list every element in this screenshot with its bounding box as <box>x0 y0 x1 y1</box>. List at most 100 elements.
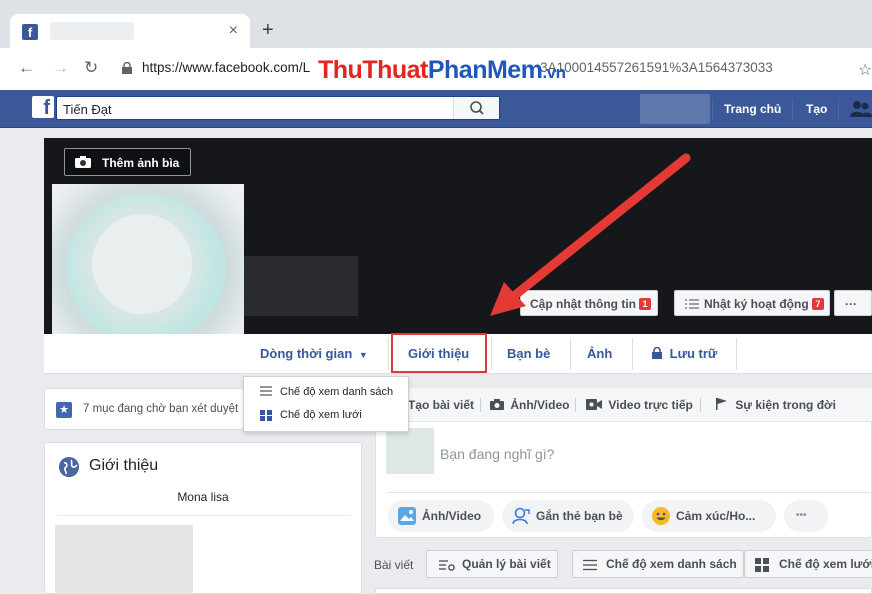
manage-posts-label: Quản lý bài viết <box>462 557 551 571</box>
list-view-label: Chế độ xem danh sách <box>606 557 737 571</box>
tag-friends-label: Gắn thẻ bạn bè <box>536 509 623 523</box>
bookmark-star-icon[interactable]: ☆ <box>858 60 872 80</box>
posts-label: Bài viết <box>374 558 414 572</box>
composer-tab-photo-video[interactable]: Ảnh/Video <box>490 398 569 412</box>
globe-icon <box>59 457 79 477</box>
nav-divider <box>792 98 793 120</box>
dropdown-grid-view[interactable]: Chế độ xem lưới <box>280 409 362 421</box>
pending-review-label: 7 mục đang chờ bạn xét duyệt <box>83 403 239 415</box>
intro-card: Giới thiệu Mona lisa <box>44 442 362 594</box>
tab-archive[interactable]: Lưu trữ <box>652 346 717 361</box>
photo-icon <box>398 507 416 525</box>
tab-title-redacted <box>50 22 134 40</box>
back-arrow-icon[interactable]: ← <box>18 58 35 78</box>
intro-name: Mona lisa <box>177 490 229 504</box>
tab-divider <box>736 338 737 370</box>
divider <box>57 515 351 516</box>
update-info-badge: 1 <box>639 298 651 310</box>
dropdown-list-view[interactable]: Chế độ xem danh sách <box>280 386 393 398</box>
grid-view-button[interactable]: Chế độ xem lưới <box>744 550 872 578</box>
tab-divider <box>491 338 492 370</box>
add-cover-label: Thêm ảnh bìa <box>102 156 180 170</box>
tab-friends[interactable]: Bạn bè <box>507 346 550 361</box>
nav-divider <box>712 98 713 120</box>
manage-posts-icon <box>439 560 455 571</box>
composer-tab-life-event-label: Sự kiện trong đời <box>735 398 836 412</box>
activity-log-button[interactable]: Nhật ký hoạt động 7 <box>674 290 830 316</box>
watermark-part1: ThuThuat <box>318 56 428 84</box>
composer-tab-live-video[interactable]: Video trực tiếp <box>586 398 693 412</box>
watermark-part2: PhanMem <box>427 56 543 84</box>
search-button[interactable] <box>453 97 499 119</box>
photo-video-label: Ảnh/Video <box>422 509 482 523</box>
forward-arrow-icon[interactable]: → <box>52 58 69 78</box>
camera-icon <box>490 399 504 410</box>
tag-friends-button[interactable]: Gắn thẻ bạn bè <box>502 500 634 532</box>
tab-divider <box>570 338 571 370</box>
tab-archive-label: Lưu trữ <box>669 346 718 361</box>
flag-icon <box>716 398 727 410</box>
nav-divider <box>838 98 839 120</box>
list-icon <box>685 299 699 309</box>
intro-title: Giới thiệu <box>89 457 159 474</box>
list-icon <box>260 386 272 396</box>
url-rest: 3A100014557261591%3A1564373033 <box>540 60 773 75</box>
watermark-logo: ThuThuatPhanMem.vn <box>318 56 566 85</box>
smiley-icon <box>652 507 670 525</box>
video-camera-icon <box>586 399 602 410</box>
facebook-favicon-icon: f <box>22 24 38 40</box>
tab-photos[interactable]: Ảnh <box>587 346 612 361</box>
browser-tab-strip: f × + <box>0 0 872 48</box>
composer-tab-life-event[interactable]: Sự kiện trong đời <box>716 398 836 412</box>
list-icon <box>583 559 597 571</box>
composer-divider <box>700 398 701 412</box>
composer-tab-create-post[interactable]: Tạo bài viết <box>408 398 474 412</box>
friend-requests-icon[interactable] <box>850 100 872 118</box>
nav-home-link[interactable]: Trang chủ <box>724 102 781 116</box>
facebook-search-input[interactable]: Tiến Đạt <box>56 96 500 120</box>
composer-more-button[interactable]: ••• <box>784 500 828 532</box>
nav-create-link[interactable]: Tạo <box>806 102 827 116</box>
reload-icon[interactable]: ↻ <box>84 58 98 78</box>
chevron-down-icon: ▼ <box>358 350 368 360</box>
composer-tab-photo-video-label: Ảnh/Video <box>510 398 570 412</box>
search-icon <box>470 101 484 115</box>
lock-icon <box>122 62 132 74</box>
tab-divider <box>632 338 633 370</box>
add-cover-button[interactable]: Thêm ảnh bìa <box>64 148 191 176</box>
about-tab-highlight <box>391 333 487 373</box>
timeline-dropdown-menu: Chế độ xem danh sách Chế độ xem lưới <box>243 376 409 432</box>
profile-shortcut-redacted[interactable] <box>640 94 710 124</box>
update-info-button[interactable]: Cập nhật thông tin 1 <box>520 290 658 316</box>
manage-posts-button[interactable]: Quản lý bài viết <box>426 550 558 578</box>
more-dots-icon: ••• <box>796 510 807 521</box>
photo-video-button[interactable]: Ảnh/Video <box>388 500 494 532</box>
composer-avatar <box>386 428 434 474</box>
search-value: Tiến Đạt <box>63 102 112 117</box>
divider <box>388 492 872 493</box>
activity-log-badge: 7 <box>812 298 824 310</box>
composer-tab-live-video-label: Video trực tiếp <box>608 398 693 412</box>
composer-input[interactable]: Bạn đang nghĩ gì? <box>440 446 554 462</box>
feeling-button[interactable]: Cảm xúc/Ho... <box>642 500 776 532</box>
facebook-logo-icon[interactable]: f <box>32 96 54 119</box>
tag-friends-icon <box>512 507 530 525</box>
lock-icon <box>652 346 662 359</box>
close-tab-icon[interactable]: × <box>229 22 238 40</box>
update-info-label: Cập nhật thông tin <box>530 297 636 311</box>
watermark-part3: .vn <box>542 63 566 82</box>
list-view-button[interactable]: Chế độ xem danh sách <box>572 550 744 578</box>
name-redacted <box>244 256 358 316</box>
next-card-edge <box>375 588 872 594</box>
new-tab-button[interactable]: + <box>262 20 274 40</box>
tab-timeline-label: Dòng thời gian <box>260 346 353 361</box>
tab-divider <box>388 338 389 370</box>
grid-view-label: Chế độ xem lưới <box>779 557 872 571</box>
feeling-label: Cảm xúc/Ho... <box>676 509 756 523</box>
composer-divider <box>480 398 481 412</box>
avatar-blur-center <box>92 214 192 314</box>
browser-tab[interactable]: f × <box>10 14 250 48</box>
cover-more-button[interactable]: ··· <box>834 290 872 316</box>
pending-review-notice[interactable]: ★ 7 mục đang chờ bạn xét duyệt <box>44 388 244 430</box>
tab-timeline[interactable]: Dòng thời gian ▼ <box>260 346 368 361</box>
